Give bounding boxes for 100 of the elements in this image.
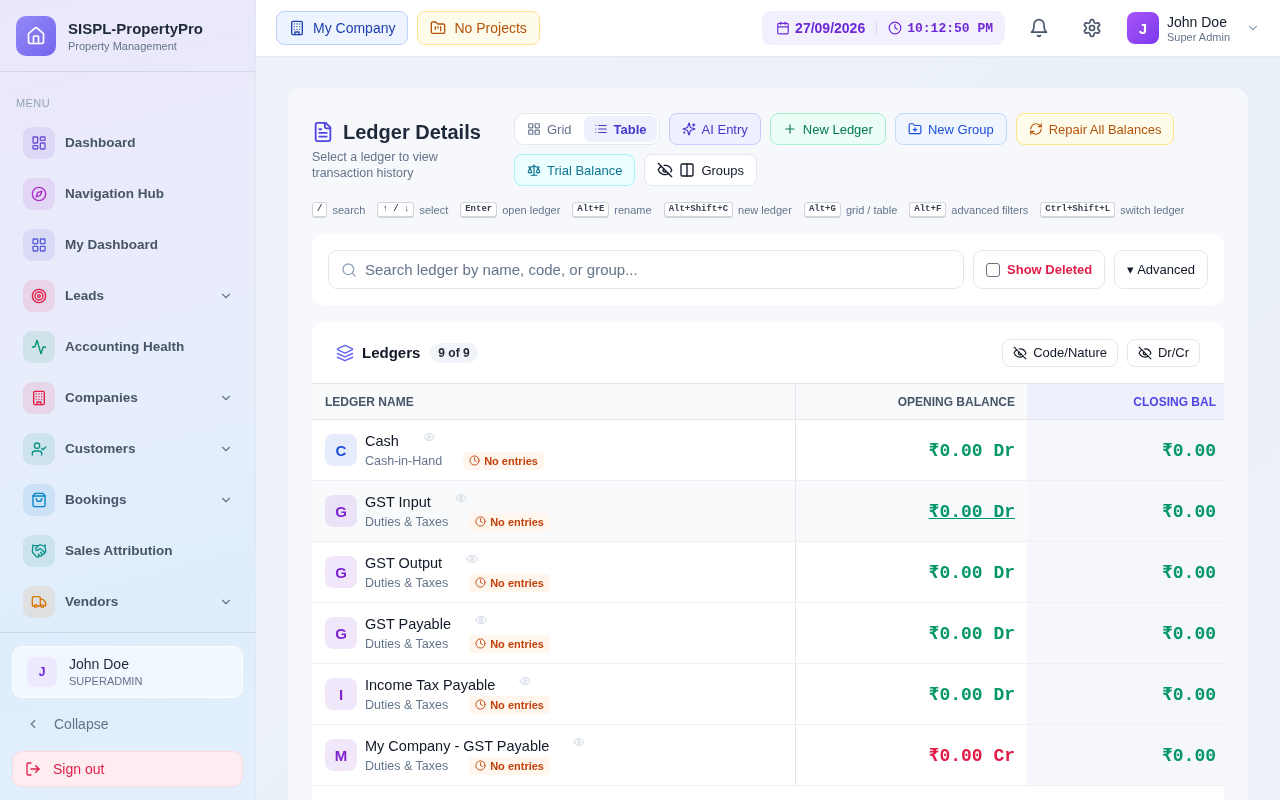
checkbox[interactable]: [986, 262, 1001, 277]
collapse-button[interactable]: Collapse: [12, 708, 123, 741]
ledger-group: Cash-in-Hand: [365, 451, 443, 470]
action-button[interactable]: Repair All Balances: [1015, 113, 1175, 145]
nav-item[interactable]: Leads: [12, 271, 245, 320]
nav-item[interactable]: My Dashboard: [12, 220, 245, 269]
bell-icon[interactable]: [1029, 18, 1049, 38]
column-header[interactable]: CLOSING BAL: [1027, 384, 1224, 419]
view-tab[interactable]: Table: [583, 116, 657, 142]
user-avatar: J: [27, 656, 57, 687]
clock-icon: [475, 760, 487, 771]
clock-icon: [475, 516, 487, 527]
action-button[interactable]: New Ledger: [769, 113, 886, 145]
key-hint: Alt+E: [572, 202, 610, 217]
initial-avatar: G: [325, 495, 357, 527]
count-badge: 9 of 9: [430, 342, 478, 363]
column-header[interactable]: LEDGER NAME: [312, 384, 795, 419]
ledger-group: Duties & Taxes: [365, 695, 449, 714]
user-card[interactable]: J John Doe SUPERADMIN: [12, 646, 243, 698]
table-row[interactable]: M My Company - GST Payable Duties & Taxes No entries ₹0.00 Cr ₹0.00: [312, 725, 1224, 786]
shortcut-label: select: [419, 203, 449, 216]
view-tab[interactable]: Grid: [517, 116, 582, 142]
shortcut-label: search: [332, 203, 366, 216]
nav-item[interactable]: Vendors: [12, 577, 245, 626]
key-hint: Alt+F: [909, 202, 947, 217]
opening-balance[interactable]: ₹0.00 Dr: [928, 683, 1015, 705]
closing-balance: ₹0.00: [1161, 440, 1216, 461]
action-button[interactable]: New Group: [894, 113, 1007, 145]
grid-icon: [527, 122, 541, 136]
status-text: No entries: [490, 759, 544, 772]
action-button[interactable]: AI Entry: [668, 113, 761, 145]
calendar-icon: [776, 21, 791, 35]
time-text: 10:12:50 PM: [907, 20, 993, 36]
document-icon: [312, 121, 334, 143]
ledger-name: GST Payable: [365, 614, 451, 634]
settings-icon[interactable]: [1082, 18, 1102, 38]
action-button[interactable]: Trial Balance: [514, 154, 636, 186]
opening-balance[interactable]: ₹0.00 Dr: [928, 622, 1015, 644]
key-hint: /: [312, 202, 328, 217]
logout-icon: [25, 761, 41, 778]
columns-icon: [679, 162, 696, 178]
nav-item[interactable]: Bookings: [12, 475, 245, 524]
brand-title: SISPL-PropertyPro: [68, 19, 204, 37]
nav-item[interactable]: Customers: [12, 424, 245, 473]
ledger-name: GST Input: [365, 492, 431, 512]
table-row[interactable]: G GST Input Duties & Taxes No entries ₹0.00 Dr ₹0.00: [312, 481, 1224, 542]
status-text: No entries: [490, 515, 544, 528]
ledger-name: Cash: [365, 431, 399, 451]
refresh-icon: [1028, 122, 1043, 136]
ledger-name: Income Tax Payable: [365, 675, 496, 695]
column-toggle-button[interactable]: Dr/Cr: [1126, 338, 1200, 367]
nav-item[interactable]: Navigation Hub: [12, 169, 245, 218]
shortcut-label: rename: [614, 203, 652, 216]
opening-balance[interactable]: ₹0.00 Dr: [928, 561, 1015, 583]
table-row[interactable]: C Cash Cash-in-Hand No entries ₹0.00 Dr ₹0.00: [312, 420, 1224, 481]
show-deleted-toggle[interactable]: Show Deleted: [973, 250, 1106, 289]
scale-icon: [527, 163, 541, 177]
table-row[interactable]: G GST Payable Duties & Taxes No entries ₹0.00 Dr ₹0.00: [312, 603, 1224, 664]
user-avatar[interactable]: J: [1127, 12, 1159, 44]
ledger-group: Duties & Taxes: [365, 573, 449, 592]
ledger-name: My Company - GST Payable: [365, 736, 550, 756]
key-hint: Alt+G: [803, 202, 841, 217]
opening-balance[interactable]: ₹0.00 Dr: [928, 439, 1015, 461]
closing-balance: ₹0.00: [1161, 684, 1216, 705]
initial-avatar: G: [325, 556, 357, 588]
company-button[interactable]: My Company: [276, 11, 409, 45]
nav-item[interactable]: Dashboard: [12, 118, 245, 167]
ledger-name: GST Output: [365, 553, 443, 573]
list-icon: [593, 122, 608, 136]
sparkles-icon: [681, 122, 696, 136]
advanced-filters-button[interactable]: ▾ Advanced: [1114, 250, 1208, 289]
folder-plus-icon: [907, 122, 922, 136]
nav-item[interactable]: Sales Attribution: [12, 526, 245, 575]
closing-balance: ₹0.00: [1161, 562, 1216, 583]
status-text: No entries: [490, 637, 544, 650]
opening-balance[interactable]: ₹0.00 Dr: [928, 500, 1015, 522]
user-name: John Doe: [1167, 13, 1228, 30]
nav-item[interactable]: Accounting Health: [12, 322, 245, 371]
card-title: Ledgers: [362, 344, 421, 361]
clock-icon: [475, 699, 487, 710]
opening-balance[interactable]: ₹0.00 Cr: [928, 744, 1015, 766]
nav-item[interactable]: Companies: [12, 373, 245, 422]
sign-out-button[interactable]: Sign out: [12, 751, 243, 787]
page-title: Ledger Details: [343, 120, 481, 145]
shortcut-label: switch ledger: [1120, 203, 1185, 216]
search-field[interactable]: Search ledger by name, code, or group...: [328, 250, 965, 289]
building-icon: [289, 20, 305, 36]
initial-avatar: C: [325, 434, 357, 466]
table-row[interactable]: I Income Tax Payable Duties & Taxes No entries ₹0.00 Dr ₹0.00: [312, 664, 1224, 725]
clock-icon: [475, 577, 487, 588]
user-name: John Doe: [69, 656, 130, 673]
groups-toggle-button[interactable]: Groups: [644, 154, 758, 186]
key-hint: Ctrl+Shift+L: [1040, 202, 1116, 217]
column-toggle-button[interactable]: Code/Nature: [1002, 338, 1118, 367]
initial-avatar: I: [325, 678, 357, 710]
page-subtitle: Select a ledger to view transaction history: [312, 149, 439, 181]
key-hint: Alt+Shift+C: [663, 202, 734, 217]
project-button[interactable]: No Projects: [417, 11, 540, 45]
table-row[interactable]: G GST Output Duties & Taxes No entries ₹0.00 Dr ₹0.00: [312, 542, 1224, 603]
key-hint: Enter: [460, 202, 498, 217]
